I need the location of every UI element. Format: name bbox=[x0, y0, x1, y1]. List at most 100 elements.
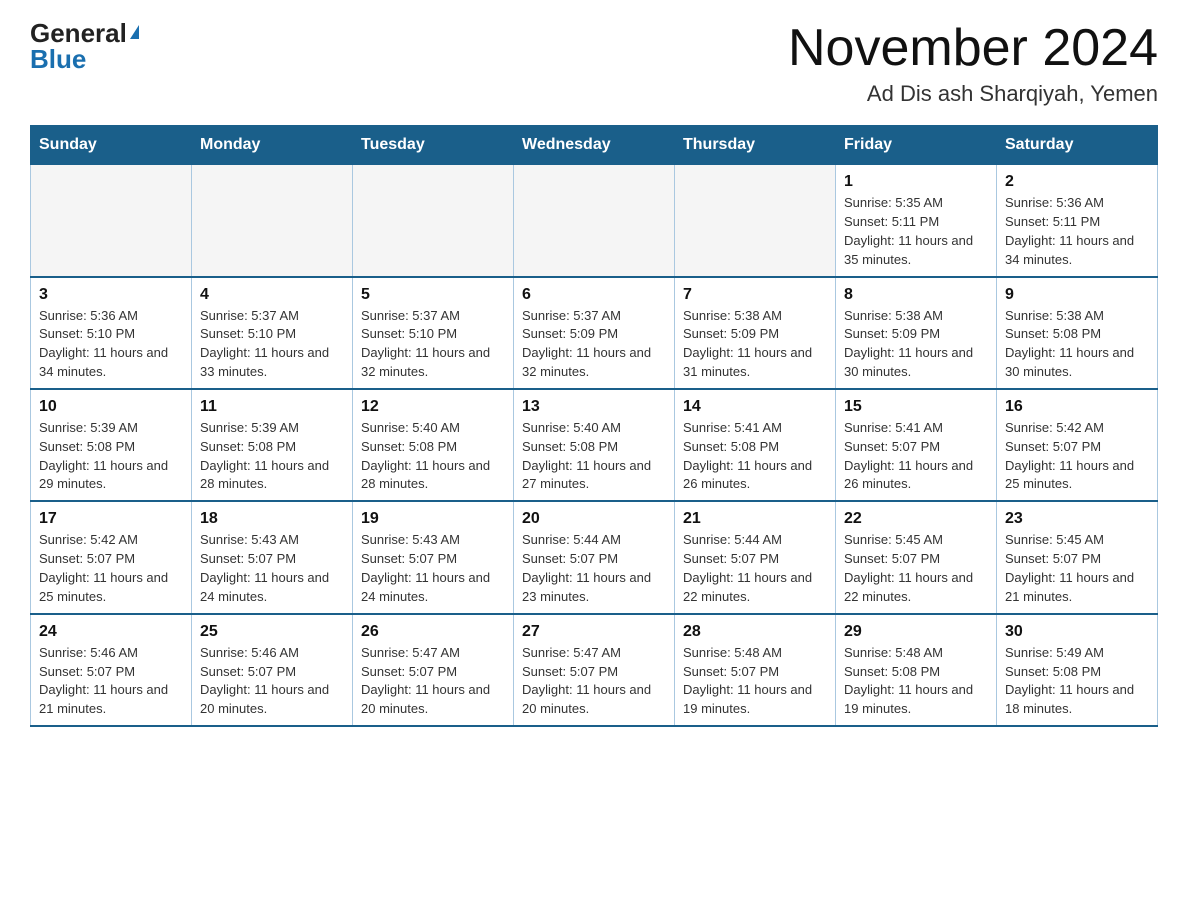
day-info: Sunrise: 5:47 AM Sunset: 5:07 PM Dayligh… bbox=[361, 644, 505, 719]
calendar-cell: 30 Sunrise: 5:49 AM Sunset: 5:08 PM Dayli… bbox=[997, 614, 1158, 726]
day-info: Sunrise: 5:37 AM Sunset: 5:10 PM Dayligh… bbox=[200, 307, 344, 382]
logo: General Blue bbox=[30, 20, 139, 72]
calendar-cell: 5Sunrise: 5:37 AM Sunset: 5:10 PM Daylig… bbox=[353, 277, 514, 389]
calendar-cell: 8 Sunrise: 5:38 AM Sunset: 5:09 PM Daylig… bbox=[836, 277, 997, 389]
day-info: Sunrise: 5:42 AM Sunset: 5:07 PM Dayligh… bbox=[39, 531, 183, 606]
day-number: 2 bbox=[1005, 173, 1149, 191]
day-number: 3 bbox=[39, 286, 183, 304]
calendar-cell: 10 Sunrise: 5:39 AM Sunset: 5:08 PM Dayli… bbox=[31, 389, 192, 501]
calendar-cell: 18 Sunrise: 5:43 AM Sunset: 5:07 PM Dayli… bbox=[192, 501, 353, 613]
day-info: Sunrise: 5:39 AM Sunset: 5:08 PM Dayligh… bbox=[39, 419, 183, 494]
calendar-cell: 25Sunrise: 5:46 AM Sunset: 5:07 PM Dayli… bbox=[192, 614, 353, 726]
calendar-cell: 27 Sunrise: 5:47 AM Sunset: 5:07 PM Dayli… bbox=[514, 614, 675, 726]
calendar-cell bbox=[353, 165, 514, 277]
day-info: Sunrise: 5:41 AM Sunset: 5:08 PM Dayligh… bbox=[683, 419, 827, 494]
calendar-cell: 17 Sunrise: 5:42 AM Sunset: 5:07 PM Dayli… bbox=[31, 501, 192, 613]
calendar-cell: 28Sunrise: 5:48 AM Sunset: 5:07 PM Dayli… bbox=[675, 614, 836, 726]
calendar-week-row: 1Sunrise: 5:35 AM Sunset: 5:11 PM Daylig… bbox=[31, 165, 1158, 277]
day-number: 18 bbox=[200, 510, 344, 528]
logo-general-text: General bbox=[30, 20, 127, 46]
calendar-cell: 6 Sunrise: 5:37 AM Sunset: 5:09 PM Daylig… bbox=[514, 277, 675, 389]
logo-triangle-icon bbox=[130, 25, 139, 39]
day-number: 20 bbox=[522, 510, 666, 528]
calendar-table: SundayMondayTuesdayWednesdayThursdayFrid… bbox=[30, 125, 1158, 727]
calendar-cell: 14 Sunrise: 5:41 AM Sunset: 5:08 PM Dayli… bbox=[675, 389, 836, 501]
day-info: Sunrise: 5:42 AM Sunset: 5:07 PM Dayligh… bbox=[1005, 419, 1149, 494]
col-header-tuesday: Tuesday bbox=[353, 126, 514, 165]
day-number: 22 bbox=[844, 510, 988, 528]
day-number: 9 bbox=[1005, 286, 1149, 304]
day-number: 13 bbox=[522, 398, 666, 416]
title-area: November 2024 Ad Dis ash Sharqiyah, Yeme… bbox=[788, 20, 1158, 107]
calendar-cell: 22 Sunrise: 5:45 AM Sunset: 5:07 PM Dayli… bbox=[836, 501, 997, 613]
calendar-week-row: 24Sunrise: 5:46 AM Sunset: 5:07 PM Dayli… bbox=[31, 614, 1158, 726]
day-number: 25 bbox=[200, 623, 344, 641]
day-number: 17 bbox=[39, 510, 183, 528]
calendar-cell bbox=[192, 165, 353, 277]
calendar-cell: 24Sunrise: 5:46 AM Sunset: 5:07 PM Dayli… bbox=[31, 614, 192, 726]
day-number: 7 bbox=[683, 286, 827, 304]
day-number: 19 bbox=[361, 510, 505, 528]
day-info: Sunrise: 5:37 AM Sunset: 5:10 PM Dayligh… bbox=[361, 307, 505, 382]
day-number: 6 bbox=[522, 286, 666, 304]
day-info: Sunrise: 5:38 AM Sunset: 5:08 PM Dayligh… bbox=[1005, 307, 1149, 382]
calendar-cell: 16 Sunrise: 5:42 AM Sunset: 5:07 PM Dayli… bbox=[997, 389, 1158, 501]
day-info: Sunrise: 5:37 AM Sunset: 5:09 PM Dayligh… bbox=[522, 307, 666, 382]
calendar-cell: 1Sunrise: 5:35 AM Sunset: 5:11 PM Daylig… bbox=[836, 165, 997, 277]
day-number: 15 bbox=[844, 398, 988, 416]
calendar-title: November 2024 bbox=[788, 20, 1158, 77]
day-info: Sunrise: 5:47 AM Sunset: 5:07 PM Dayligh… bbox=[522, 644, 666, 719]
day-number: 16 bbox=[1005, 398, 1149, 416]
day-info: Sunrise: 5:45 AM Sunset: 5:07 PM Dayligh… bbox=[844, 531, 988, 606]
calendar-cell: 4 Sunrise: 5:37 AM Sunset: 5:10 PM Daylig… bbox=[192, 277, 353, 389]
calendar-cell bbox=[31, 165, 192, 277]
day-number: 8 bbox=[844, 286, 988, 304]
calendar-cell: 29Sunrise: 5:48 AM Sunset: 5:08 PM Dayli… bbox=[836, 614, 997, 726]
calendar-cell: 19Sunrise: 5:43 AM Sunset: 5:07 PM Dayli… bbox=[353, 501, 514, 613]
day-info: Sunrise: 5:38 AM Sunset: 5:09 PM Dayligh… bbox=[683, 307, 827, 382]
day-info: Sunrise: 5:36 AM Sunset: 5:10 PM Dayligh… bbox=[39, 307, 183, 382]
col-header-monday: Monday bbox=[192, 126, 353, 165]
col-header-friday: Friday bbox=[836, 126, 997, 165]
day-number: 29 bbox=[844, 623, 988, 641]
calendar-cell: 3 Sunrise: 5:36 AM Sunset: 5:10 PM Daylig… bbox=[31, 277, 192, 389]
calendar-cell: 15Sunrise: 5:41 AM Sunset: 5:07 PM Dayli… bbox=[836, 389, 997, 501]
calendar-header-row: SundayMondayTuesdayWednesdayThursdayFrid… bbox=[31, 126, 1158, 165]
day-number: 24 bbox=[39, 623, 183, 641]
col-header-wednesday: Wednesday bbox=[514, 126, 675, 165]
day-info: Sunrise: 5:44 AM Sunset: 5:07 PM Dayligh… bbox=[522, 531, 666, 606]
calendar-week-row: 3 Sunrise: 5:36 AM Sunset: 5:10 PM Daylig… bbox=[31, 277, 1158, 389]
col-header-sunday: Sunday bbox=[31, 126, 192, 165]
calendar-week-row: 10 Sunrise: 5:39 AM Sunset: 5:08 PM Dayli… bbox=[31, 389, 1158, 501]
day-number: 14 bbox=[683, 398, 827, 416]
day-number: 30 bbox=[1005, 623, 1149, 641]
day-number: 4 bbox=[200, 286, 344, 304]
col-header-saturday: Saturday bbox=[997, 126, 1158, 165]
day-info: Sunrise: 5:36 AM Sunset: 5:11 PM Dayligh… bbox=[1005, 194, 1149, 269]
day-number: 10 bbox=[39, 398, 183, 416]
calendar-cell: 23 Sunrise: 5:45 AM Sunset: 5:07 PM Dayli… bbox=[997, 501, 1158, 613]
calendar-cell: 12Sunrise: 5:40 AM Sunset: 5:08 PM Dayli… bbox=[353, 389, 514, 501]
day-number: 21 bbox=[683, 510, 827, 528]
day-info: Sunrise: 5:45 AM Sunset: 5:07 PM Dayligh… bbox=[1005, 531, 1149, 606]
calendar-cell: 13Sunrise: 5:40 AM Sunset: 5:08 PM Dayli… bbox=[514, 389, 675, 501]
day-info: Sunrise: 5:48 AM Sunset: 5:07 PM Dayligh… bbox=[683, 644, 827, 719]
day-number: 26 bbox=[361, 623, 505, 641]
calendar-cell: 21Sunrise: 5:44 AM Sunset: 5:07 PM Dayli… bbox=[675, 501, 836, 613]
logo-blue-text: Blue bbox=[30, 46, 86, 72]
col-header-thursday: Thursday bbox=[675, 126, 836, 165]
calendar-cell bbox=[675, 165, 836, 277]
day-info: Sunrise: 5:40 AM Sunset: 5:08 PM Dayligh… bbox=[361, 419, 505, 494]
day-number: 11 bbox=[200, 398, 344, 416]
calendar-cell: 9 Sunrise: 5:38 AM Sunset: 5:08 PM Daylig… bbox=[997, 277, 1158, 389]
calendar-cell: 2 Sunrise: 5:36 AM Sunset: 5:11 PM Daylig… bbox=[997, 165, 1158, 277]
day-info: Sunrise: 5:49 AM Sunset: 5:08 PM Dayligh… bbox=[1005, 644, 1149, 719]
calendar-cell: 26 Sunrise: 5:47 AM Sunset: 5:07 PM Dayli… bbox=[353, 614, 514, 726]
day-info: Sunrise: 5:43 AM Sunset: 5:07 PM Dayligh… bbox=[200, 531, 344, 606]
day-info: Sunrise: 5:38 AM Sunset: 5:09 PM Dayligh… bbox=[844, 307, 988, 382]
calendar-cell: 20 Sunrise: 5:44 AM Sunset: 5:07 PM Dayli… bbox=[514, 501, 675, 613]
day-number: 27 bbox=[522, 623, 666, 641]
calendar-week-row: 17 Sunrise: 5:42 AM Sunset: 5:07 PM Dayli… bbox=[31, 501, 1158, 613]
day-number: 23 bbox=[1005, 510, 1149, 528]
calendar-cell: 11Sunrise: 5:39 AM Sunset: 5:08 PM Dayli… bbox=[192, 389, 353, 501]
